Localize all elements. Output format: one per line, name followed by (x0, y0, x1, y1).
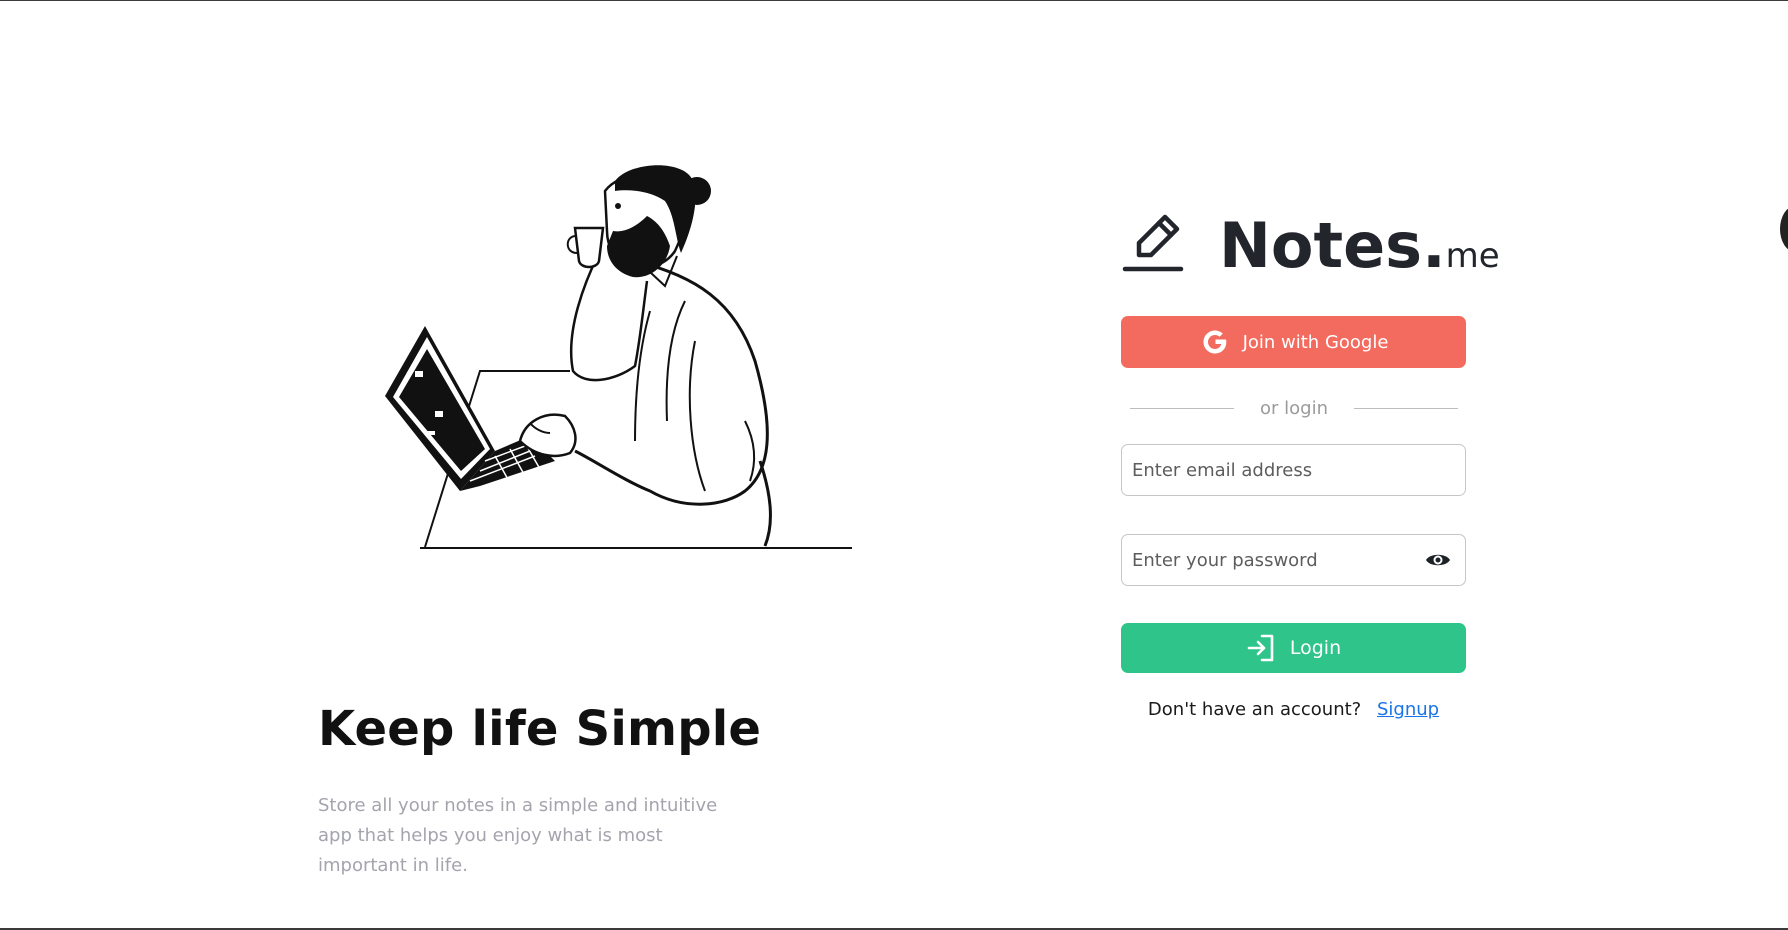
divider-line-right (1354, 407, 1459, 409)
password-input[interactable] (1122, 535, 1425, 585)
eye-icon[interactable] (1425, 551, 1451, 569)
login-button-label: Login (1289, 637, 1342, 659)
logo-wordmark: Notes. (1219, 209, 1446, 282)
login-page: Keep life Simple Store all your notes in… (0, 0, 1788, 930)
join-with-google-button[interactable]: Join with Google (1121, 316, 1466, 368)
man-with-laptop-illustration (385, 165, 852, 549)
join-with-google-label: Join with Google (1242, 331, 1389, 353)
divider-label: or login (1260, 397, 1328, 419)
login-button[interactable]: Login (1121, 623, 1466, 673)
signup-link[interactable]: Signup (1377, 699, 1439, 720)
email-field-wrapper (1121, 444, 1466, 496)
hero-headline: Keep life Simple (318, 701, 762, 757)
google-g-icon (1203, 330, 1226, 354)
email-input[interactable] (1122, 445, 1465, 495)
app-logo: Notes. me (1121, 197, 1500, 277)
signup-prompt: Don't have an account? (1147, 699, 1362, 720)
hero-description: Store all your notes in a simple and int… (318, 795, 718, 876)
sign-in-icon (1247, 634, 1274, 662)
password-field-wrapper (1121, 534, 1466, 586)
divider-line-left (1130, 407, 1235, 409)
logo-suffix: me (1445, 236, 1500, 276)
or-login-divider: or login (1130, 396, 1459, 420)
pencil-icon (1122, 214, 1184, 272)
signup-row: Don't have an account? Signup (1121, 699, 1466, 720)
edge-floating-widget[interactable] (1780, 206, 1788, 252)
